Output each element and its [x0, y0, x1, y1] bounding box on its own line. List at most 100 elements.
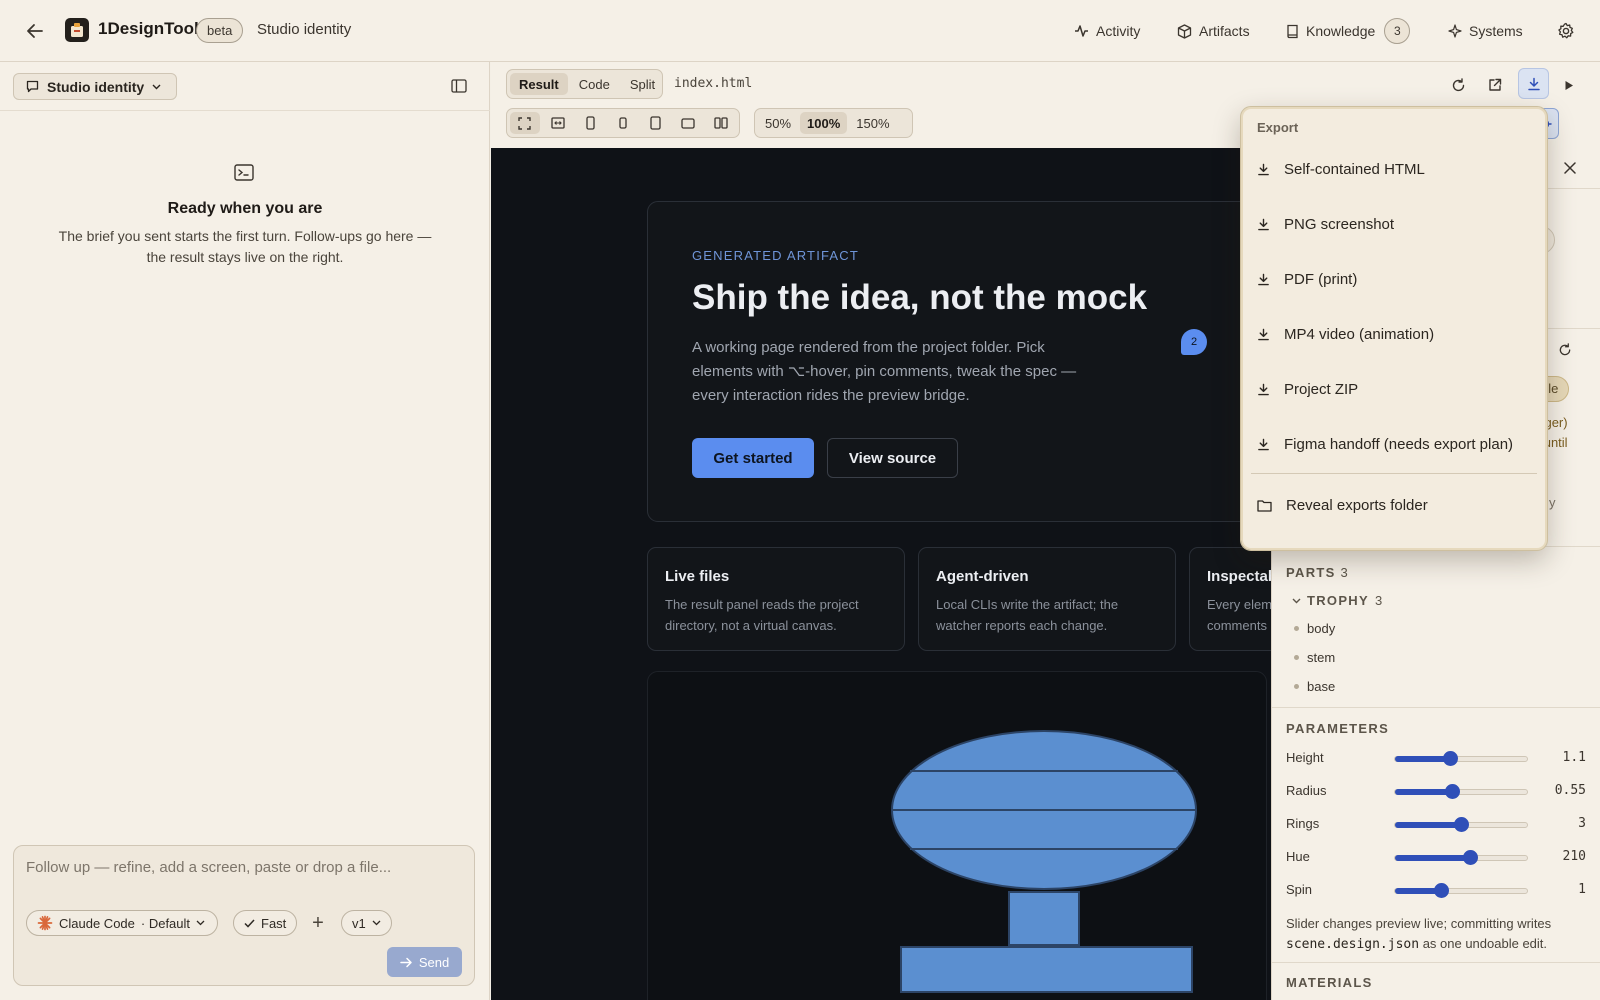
- nav-artifacts[interactable]: Artifacts: [1177, 18, 1250, 44]
- feature-card: Inspectab Every elem comments: [1189, 547, 1271, 651]
- parameter-slider[interactable]: [1394, 850, 1528, 865]
- arrow-right-icon: [400, 957, 413, 968]
- terminal-icon: [234, 163, 254, 181]
- version-label: v1: [352, 915, 366, 931]
- parameter-slider[interactable]: [1394, 751, 1528, 766]
- download-icon[interactable]: [1518, 68, 1549, 99]
- part-item[interactable]: body: [1294, 621, 1335, 636]
- nav-knowledge[interactable]: Knowledge 3: [1286, 18, 1411, 44]
- zoom-bar: 50% 100% 150%: [754, 108, 913, 138]
- phone-small-icon[interactable]: [608, 112, 638, 134]
- trophy-model[interactable]: [648, 672, 1268, 1000]
- composer: Follow up — refine, add a screen, paste …: [13, 845, 475, 986]
- sidebar-toggle-icon[interactable]: [449, 77, 469, 95]
- nav-systems[interactable]: Systems: [1448, 18, 1523, 44]
- play-icon[interactable]: [1556, 73, 1582, 97]
- export-option[interactable]: PDF (print): [1257, 264, 1357, 294]
- back-arrow-icon[interactable]: [22, 19, 48, 43]
- parameter-label: Radius: [1286, 783, 1327, 798]
- trophy-stem[interactable]: [1008, 891, 1080, 946]
- hero-headline[interactable]: Ship the idea, not the mock: [692, 278, 1147, 318]
- parts-group-trophy[interactable]: TROPHY 3: [1292, 593, 1384, 608]
- parameter-value: 1: [1578, 882, 1586, 897]
- nav-knowledge-label: Knowledge: [1306, 23, 1376, 39]
- empty-state-description: The brief you sent starts the first turn…: [58, 228, 432, 265]
- part-item[interactable]: stem: [1294, 650, 1335, 665]
- export-option[interactable]: Self-contained HTML: [1257, 154, 1425, 184]
- chevron-down-icon: [372, 920, 381, 926]
- chevron-down-icon: [152, 84, 161, 90]
- get-started-button[interactable]: Get started: [692, 438, 814, 478]
- note-text: Slider changes preview live; committing …: [1286, 916, 1552, 931]
- fast-mode-toggle[interactable]: Fast: [233, 910, 298, 936]
- note-text: as one undoable edit.: [1422, 936, 1548, 951]
- composer-input[interactable]: Follow up — refine, add a screen, paste …: [26, 859, 391, 876]
- slider-thumb[interactable]: [1454, 817, 1469, 832]
- parameter-slider[interactable]: [1394, 817, 1528, 832]
- download-icon: [1257, 163, 1270, 176]
- close-icon[interactable]: [1562, 160, 1578, 176]
- send-label: Send: [418, 954, 450, 970]
- device-size-bar: [506, 108, 740, 138]
- tab-code[interactable]: Code: [570, 73, 619, 95]
- reveal-exports-folder[interactable]: Reveal exports folder: [1257, 490, 1428, 520]
- nav-activity[interactable]: Activity: [1074, 18, 1140, 44]
- parameter-slider[interactable]: [1394, 784, 1528, 799]
- fit-screen-icon[interactable]: [510, 112, 540, 134]
- parameters-section-title: PARAMETERS: [1286, 721, 1390, 736]
- compare-split-icon[interactable]: [706, 112, 736, 134]
- slider-thumb[interactable]: [1463, 850, 1478, 865]
- export-option[interactable]: Figma handoff (needs export plan): [1257, 429, 1513, 459]
- zoom-100[interactable]: 100%: [800, 112, 848, 134]
- app-logo-icon: [65, 18, 89, 42]
- part-label: body: [1307, 621, 1336, 636]
- session-label: Studio identity: [47, 78, 145, 95]
- comment-pin[interactable]: 2: [1181, 329, 1207, 355]
- view-source-button[interactable]: View source: [827, 438, 958, 478]
- slider-fill: [1395, 855, 1471, 861]
- inspector-text-fragment: y: [1549, 495, 1556, 510]
- zoom-150[interactable]: 150%: [849, 112, 896, 134]
- chat-panel-header: Studio identity: [0, 62, 490, 111]
- fit-width-icon[interactable]: [543, 112, 573, 134]
- menu-item-label: MP4 video (animation): [1284, 325, 1435, 343]
- refresh-icon[interactable]: [1557, 342, 1573, 358]
- chat-panel: Studio identity Ready when you are The b…: [0, 62, 490, 1000]
- tab-result[interactable]: Result: [510, 73, 568, 95]
- download-icon: [1257, 438, 1270, 451]
- part-item[interactable]: base: [1294, 679, 1335, 694]
- nav-artifacts-label: Artifacts: [1199, 23, 1250, 39]
- slider-thumb[interactable]: [1445, 784, 1460, 799]
- tab-split[interactable]: Split: [621, 73, 664, 95]
- slider-thumb[interactable]: [1443, 751, 1458, 766]
- refresh-icon[interactable]: [1445, 73, 1471, 97]
- tablet-portrait-icon[interactable]: [641, 112, 671, 134]
- book-icon: [1286, 24, 1299, 39]
- open-external-icon[interactable]: [1482, 73, 1508, 97]
- 3d-scene-stage[interactable]: [647, 671, 1267, 1000]
- send-button[interactable]: Send: [387, 947, 462, 977]
- slider-thumb[interactable]: [1434, 883, 1449, 898]
- project-breadcrumb[interactable]: Studio identity: [257, 21, 351, 38]
- model-selector[interactable]: Claude Code · Default: [26, 910, 219, 936]
- parameter-slider[interactable]: [1394, 883, 1528, 898]
- add-attachment-button[interactable]: +: [306, 910, 330, 936]
- tablet-landscape-icon[interactable]: [674, 112, 704, 134]
- version-selector[interactable]: v1: [341, 910, 392, 936]
- export-option[interactable]: PNG screenshot: [1257, 209, 1394, 239]
- beta-badge: beta: [196, 18, 244, 43]
- phone-portrait-icon[interactable]: [575, 112, 605, 134]
- session-selector[interactable]: Studio identity: [13, 73, 177, 100]
- divider: [1272, 962, 1600, 963]
- trophy-base[interactable]: [900, 946, 1193, 993]
- settings-gear-icon[interactable]: [1555, 20, 1577, 42]
- export-option[interactable]: MP4 video (animation): [1257, 319, 1434, 349]
- hero-description: A working page rendered from the project…: [692, 339, 1077, 404]
- zoom-50[interactable]: 50%: [758, 112, 798, 134]
- bullet-dot: [1294, 655, 1299, 660]
- menu-item-label: PNG screenshot: [1284, 215, 1395, 233]
- parameter-label: Hue: [1286, 849, 1310, 864]
- export-option[interactable]: Project ZIP: [1257, 374, 1358, 404]
- slider-fill: [1395, 822, 1462, 828]
- parameter-label: Rings: [1286, 816, 1320, 831]
